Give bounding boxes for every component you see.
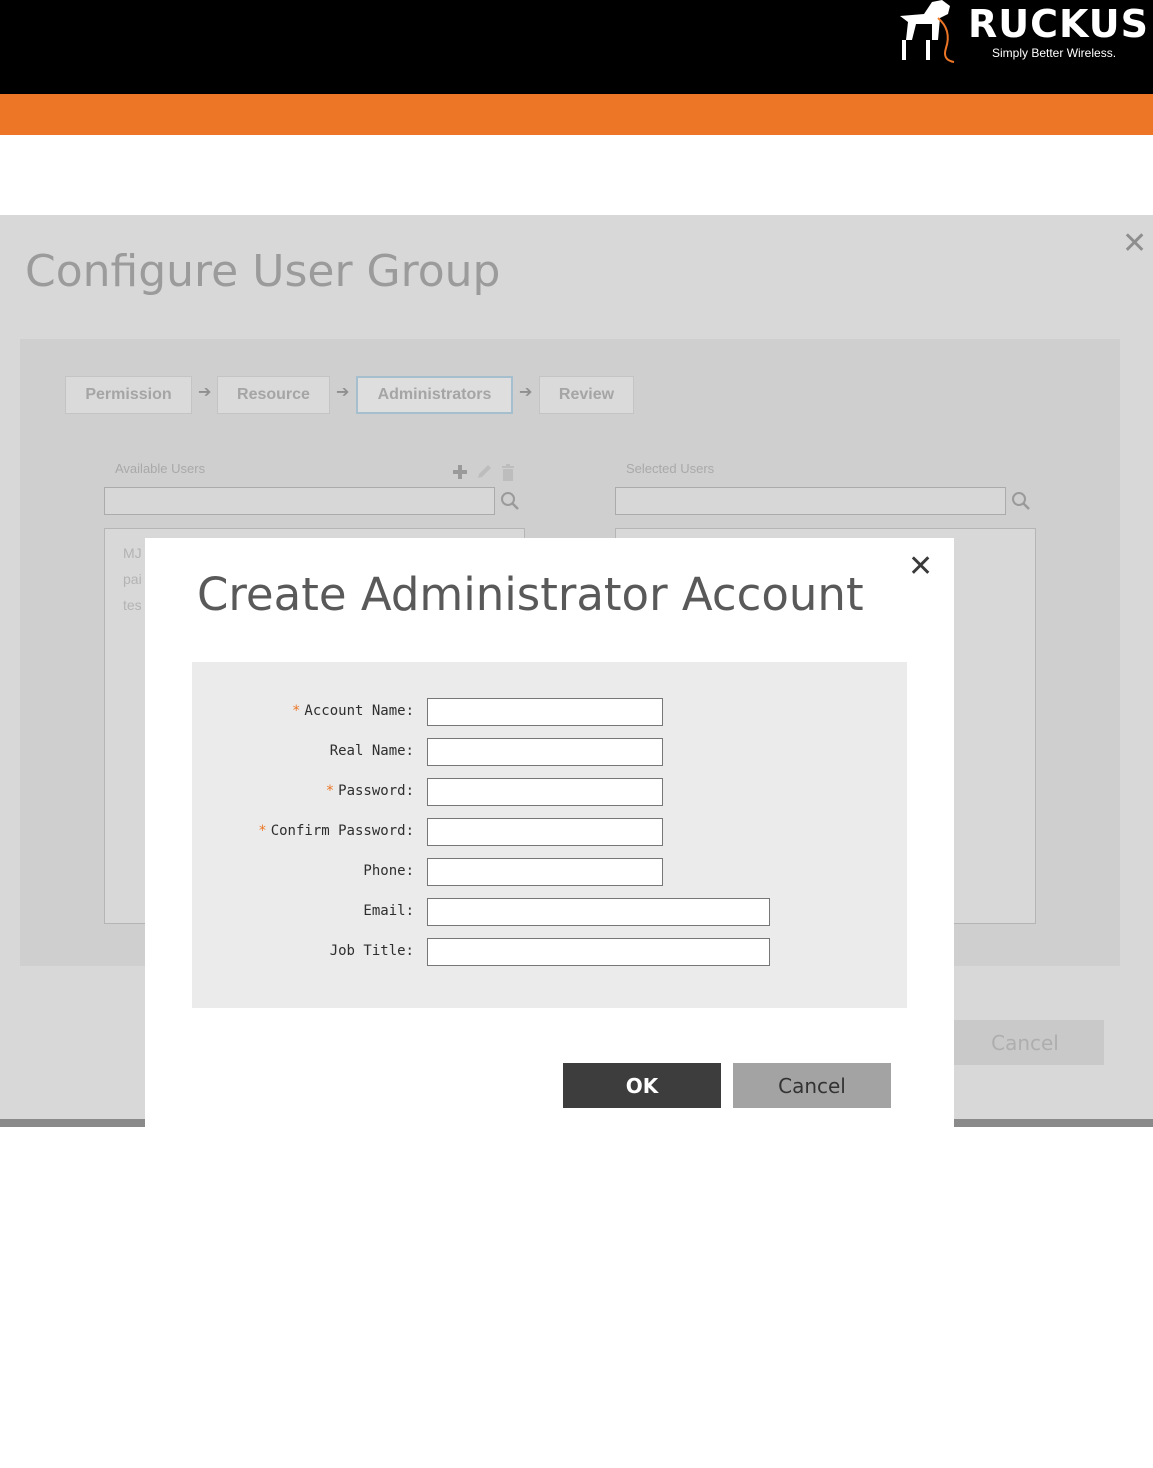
wizard-step-permission[interactable]: Permission [65, 376, 192, 414]
job-title-field[interactable] [427, 938, 770, 966]
search-icon[interactable] [499, 490, 521, 512]
form-row-real-name: Real Name: [192, 738, 907, 766]
phone-field[interactable] [427, 858, 663, 886]
account-form: * Account Name: Real Name: * Password: * Co… [192, 662, 907, 1008]
list-item[interactable]: tes [123, 597, 142, 613]
available-users-label: Available Users [115, 461, 206, 476]
arrow-right-icon: ➔ [519, 382, 533, 401]
account-name-field[interactable] [427, 698, 663, 726]
list-item[interactable]: pai [123, 571, 142, 587]
dog-logo-icon [900, 0, 955, 63]
wizard-step-administrators[interactable]: Administrators [356, 376, 513, 414]
wizard-step-review[interactable]: Review [539, 376, 634, 414]
accent-band [0, 94, 1153, 135]
password-field[interactable] [427, 778, 663, 806]
job-title-label: Job Title: [329, 943, 414, 959]
required-marker: * [258, 823, 267, 839]
real-name-field[interactable] [427, 738, 663, 766]
form-row-password: * Password: [192, 778, 907, 806]
background-cancel-button[interactable]: Cancel [946, 1020, 1104, 1065]
phone-label: Phone: [363, 863, 414, 879]
add-icon[interactable] [452, 462, 468, 482]
available-users-search-input[interactable] [104, 487, 495, 515]
brand-tagline: Simply Better Wireless. [992, 46, 1117, 60]
wizard-step-resource[interactable]: Resource [217, 376, 330, 414]
real-name-label: Real Name: [329, 743, 414, 759]
arrow-right-icon: ➔ [336, 382, 350, 401]
brand-name: RUCKUS [968, 2, 1150, 46]
form-row-confirm-password: * Confirm Password: [192, 818, 907, 846]
confirm-password-field[interactable] [427, 818, 663, 846]
selected-users-search-input[interactable] [615, 487, 1006, 515]
create-administrator-modal: ✕ Create Administrator Account * Account … [145, 538, 954, 1127]
email-label: Email: [363, 903, 414, 919]
form-row-job-title: Job Title: [192, 938, 907, 966]
ruckus-logo: RUCKUS Simply Better Wireless. [892, 0, 1153, 66]
edit-icon[interactable] [476, 462, 492, 482]
list-item[interactable]: MJ [123, 545, 142, 561]
modal-title: Create Administrator Account [197, 568, 864, 621]
required-marker: * [325, 783, 335, 799]
password-label: * Password: [325, 783, 414, 799]
arrow-right-icon: ➔ [198, 382, 212, 401]
form-row-phone: Phone: [192, 858, 907, 886]
delete-icon[interactable] [500, 462, 516, 482]
close-icon[interactable]: ✕ [1122, 229, 1147, 259]
cancel-button[interactable]: Cancel [733, 1063, 891, 1108]
confirm-password-label: * Confirm Password: [258, 823, 414, 839]
selected-users-label: Selected Users [626, 461, 715, 476]
form-row-email: Email: [192, 898, 907, 926]
close-icon[interactable]: ✕ [908, 552, 933, 582]
search-icon[interactable] [1010, 490, 1032, 512]
form-row-account-name: * Account Name: [192, 698, 907, 726]
required-marker: * [291, 703, 301, 719]
dialog-title: Configure User Group [25, 246, 501, 297]
account-name-label: * Account Name: [291, 703, 414, 719]
ok-button[interactable]: OK [563, 1063, 721, 1108]
email-field[interactable] [427, 898, 770, 926]
